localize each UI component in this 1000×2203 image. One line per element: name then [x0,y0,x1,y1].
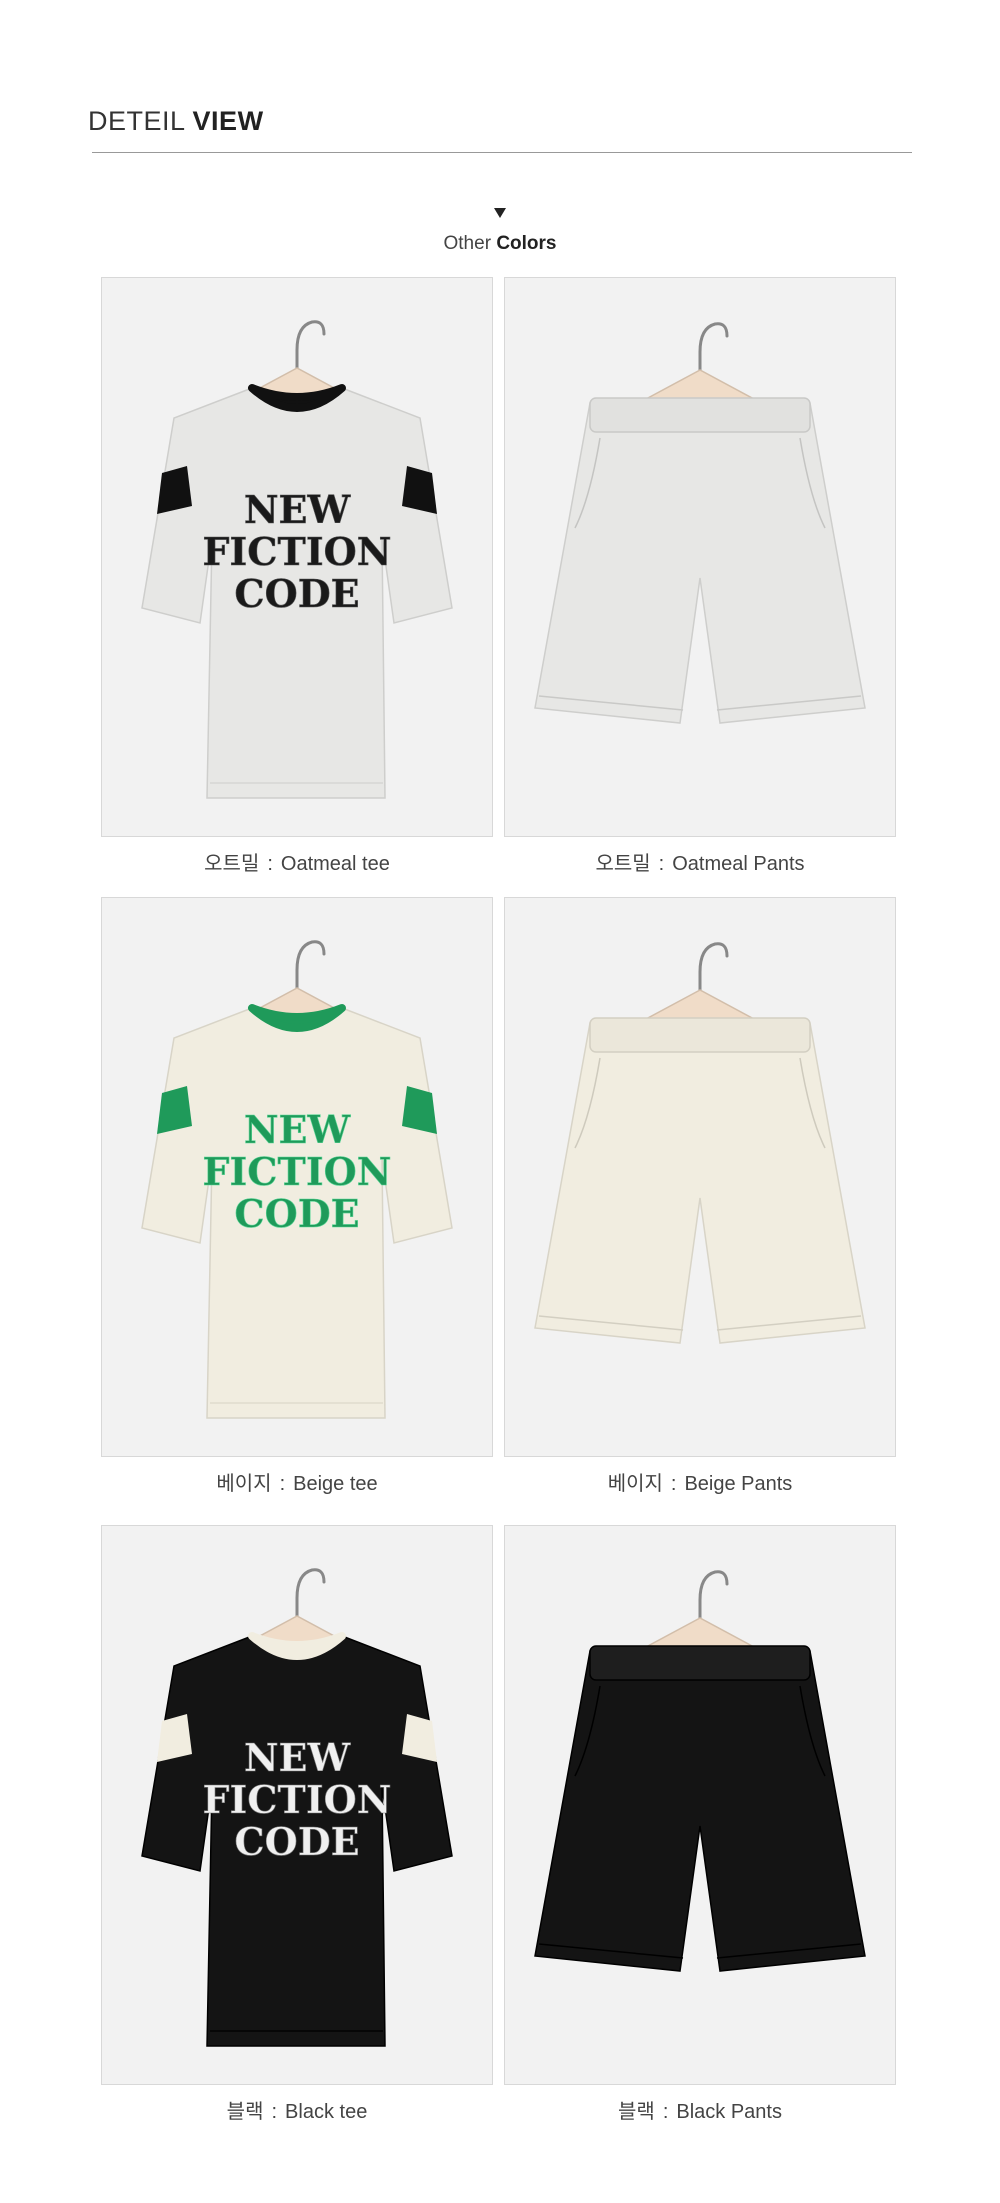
shorts-waistband [589,397,811,433]
product-illustration: NEWFICTIONCODE [102,1526,492,2084]
other-colors-light: Other [443,233,492,254]
product-illustration: NEWFICTIONCODE [102,278,492,836]
section-title: DETEIL VIEW [88,108,264,135]
product-name: Black tee [285,2101,368,2123]
sleeve-stripe-left [157,466,192,514]
product-photo[interactable]: NEW FICTION CODE [101,897,493,1457]
section-title-bold: VIEW [192,106,264,136]
sleeve-stripe-right [402,1714,437,1762]
other-colors-heading: Other Colors [0,205,1000,255]
caption-separator: : [670,1473,677,1495]
product-card-oatmeal-pants[interactable]: 오트밀: Oatmeal Pants [504,277,896,876]
product-caption: 블랙: Black Pants [504,2095,896,2124]
section-title-light: DETEIL [88,106,185,136]
product-card-black-pants[interactable]: 블랙: Black Pants [504,1525,896,2124]
tee-print-text: NEW [244,487,352,532]
color-name-korean: 오트밀 [204,853,260,875]
color-name-korean: 블랙 [226,2101,264,2123]
product-photo[interactable]: NEW FICTION CODE [101,277,493,837]
product-illustration [505,898,895,1456]
product-caption: 베이지: Beige Pants [504,1467,896,1496]
product-illustration [505,278,895,836]
tee-print-text: FICTION [203,1777,392,1822]
tee-print-text: NEW [244,1107,352,1152]
product-card-beige-tee[interactable]: NEW FICTION CODE 베이지: Beige tee [101,897,493,1496]
title-divider [92,152,912,153]
caption-separator: : [279,1473,286,1495]
tee-print-text: FICTION [203,529,392,574]
tee-print-text: CODE [234,1819,359,1864]
product-name: Oatmeal tee [280,853,390,875]
product-illustration: NEWFICTIONCODE [102,898,492,1456]
sleeve-stripe-left [157,1714,192,1762]
triangle-down-icon [494,208,506,218]
product-card-oatmeal-tee[interactable]: NEW FICTION CODE 오트밀: Oatmeal tee [101,277,493,876]
product-photo[interactable] [504,1525,896,2085]
color-name-korean: 블랙 [618,2101,655,2123]
sleeve-stripe-right [402,466,437,514]
product-name: Oatmeal Pants [672,853,805,875]
product-name: Black Pants [676,2101,782,2123]
product-card-beige-pants[interactable]: 베이지: Beige Pants [504,897,896,1496]
product-caption: 오트밀: Oatmeal tee [101,847,493,876]
color-name-korean: 오트밀 [595,853,651,875]
sleeve-stripe-left [157,1086,192,1134]
tee-print-text: FICTION [203,1149,392,1194]
product-name: Beige tee [293,1473,378,1495]
tee-print-text: CODE [234,571,359,616]
caption-separator: : [267,853,273,875]
tee-print-text: NEW [244,1735,352,1780]
product-photo[interactable] [504,277,896,837]
product-photo[interactable] [504,897,896,1457]
product-caption: 블랙: Black tee [101,2095,493,2124]
product-illustration [505,1526,895,2084]
shorts-waistband [589,1645,811,1681]
caption-separator: : [271,2101,278,2123]
product-caption: 베이지: Beige tee [101,1467,493,1496]
tee-print-text: CODE [234,1191,359,1236]
color-name-korean: 베이지 [216,1473,272,1495]
product-caption: 오트밀: Oatmeal Pants [504,847,896,876]
shorts-waistband [589,1017,811,1053]
caption-separator: : [658,853,665,875]
other-colors-bold: Colors [496,233,557,254]
caption-separator: : [662,2101,669,2123]
product-photo[interactable]: NEW FICTION CODE [101,1525,493,2085]
sleeve-stripe-right [402,1086,437,1134]
product-name: Beige Pants [684,1473,793,1495]
other-colors-label: Other Colors [0,233,1000,255]
product-card-black-tee[interactable]: NEW FICTION CODE 블랙: Black tee [101,1525,493,2124]
color-name-korean: 베이지 [607,1473,663,1495]
